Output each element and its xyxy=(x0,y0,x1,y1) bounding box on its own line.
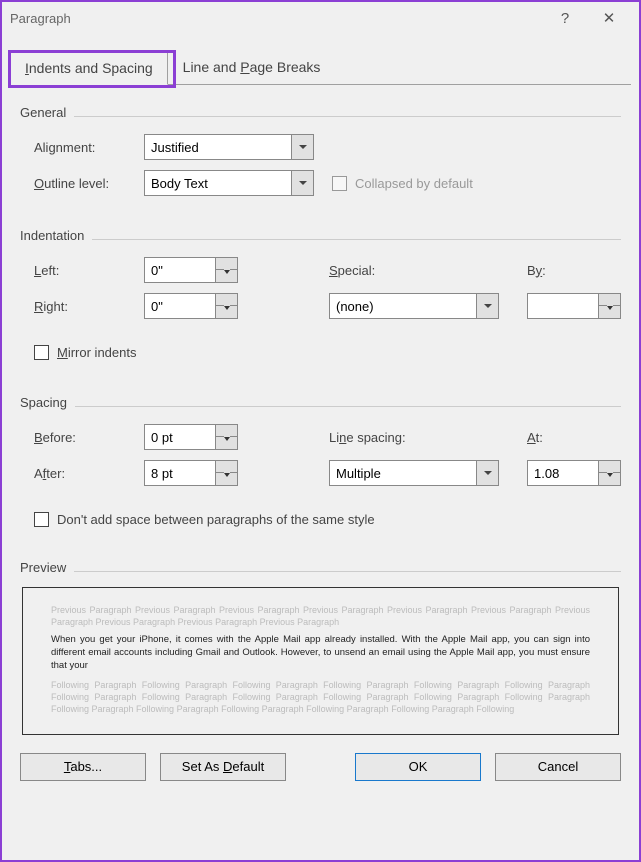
alignment-label: Alignment: xyxy=(34,140,144,155)
titlebar: Paragraph ? ✕ xyxy=(2,2,639,34)
spacing-at-value: 1.08 xyxy=(528,466,598,481)
spin-down-icon[interactable] xyxy=(216,473,237,485)
preview-box: Previous Paragraph Previous Paragraph Pr… xyxy=(22,587,619,735)
left-label: Left: xyxy=(34,263,144,278)
linespacing-value: Multiple xyxy=(330,466,476,481)
linespacing-label: Line spacing: xyxy=(329,430,499,445)
special-combo[interactable]: (none) xyxy=(329,293,499,319)
tab-strip: Indents and Spacing Line and Page Breaks xyxy=(2,34,639,84)
spin-down-icon[interactable] xyxy=(216,270,237,282)
spin-down-icon[interactable] xyxy=(599,306,620,318)
spin-up-icon[interactable] xyxy=(216,258,237,270)
special-value: (none) xyxy=(330,299,476,314)
spacing-title: Spacing xyxy=(20,395,67,410)
special-label: Special: xyxy=(329,263,499,278)
mirror-indents-checkbox[interactable] xyxy=(34,345,49,360)
outline-combo[interactable]: Body Text xyxy=(144,170,314,196)
divider xyxy=(92,239,621,240)
paragraph-dialog: Paragraph ? ✕ Indents and Spacing Line a… xyxy=(0,0,641,862)
indentation-title: Indentation xyxy=(20,228,84,243)
chevron-down-icon xyxy=(291,135,313,159)
help-button[interactable]: ? xyxy=(543,10,587,27)
by-label: By: xyxy=(527,263,621,278)
at-label: At: xyxy=(527,430,621,445)
before-label: Before: xyxy=(34,430,144,445)
general-title: General xyxy=(20,105,66,120)
spin-down-icon[interactable] xyxy=(216,437,237,449)
indent-right-value: 0" xyxy=(145,299,215,314)
set-default-button[interactable]: Set As Default xyxy=(160,753,286,781)
spacing-before-input[interactable]: 0 pt xyxy=(144,424,238,450)
spacing-after-input[interactable]: 8 pt xyxy=(144,460,238,486)
preview-previous-text: Previous Paragraph Previous Paragraph Pr… xyxy=(51,604,590,628)
spin-up-icon[interactable] xyxy=(216,461,237,473)
collapsed-checkbox xyxy=(332,176,347,191)
group-preview: Preview xyxy=(20,560,621,575)
group-spacing: Spacing xyxy=(20,395,621,410)
alignment-value: Justified xyxy=(145,140,291,155)
preview-following-text: Following Paragraph Following Paragraph … xyxy=(51,679,590,715)
divider xyxy=(74,571,621,572)
tab-indents-spacing[interactable]: Indents and Spacing xyxy=(10,51,168,85)
chevron-down-icon xyxy=(476,294,498,318)
preview-sample-text: When you get your iPhone, it comes with … xyxy=(51,634,590,672)
group-indentation: Indentation xyxy=(20,228,621,243)
divider xyxy=(75,406,621,407)
cancel-button[interactable]: Cancel xyxy=(495,753,621,781)
ok-button[interactable]: OK xyxy=(355,753,481,781)
dialog-content: General Alignment: Justified Outline lev… xyxy=(2,85,639,735)
dont-add-space-label: Don't add space between paragraphs of th… xyxy=(57,512,375,527)
after-label: After: xyxy=(34,466,144,481)
chevron-down-icon xyxy=(476,461,498,485)
alignment-combo[interactable]: Justified xyxy=(144,134,314,160)
collapsed-label: Collapsed by default xyxy=(355,176,473,191)
indent-left-input[interactable]: 0" xyxy=(144,257,238,283)
indent-left-value: 0" xyxy=(145,263,215,278)
indent-by-input[interactable] xyxy=(527,293,621,319)
window-title: Paragraph xyxy=(10,11,543,26)
preview-title: Preview xyxy=(20,560,66,575)
dont-add-space-checkbox[interactable] xyxy=(34,512,49,527)
tab-line-page-breaks[interactable]: Line and Page Breaks xyxy=(168,50,336,84)
spin-up-icon[interactable] xyxy=(599,294,620,306)
dialog-buttons: Tabs... Set As Default OK Cancel xyxy=(2,735,639,781)
spin-up-icon[interactable] xyxy=(216,425,237,437)
spin-up-icon[interactable] xyxy=(599,461,620,473)
spin-down-icon[interactable] xyxy=(599,473,620,485)
spacing-at-input[interactable]: 1.08 xyxy=(527,460,621,486)
close-button[interactable]: ✕ xyxy=(587,9,631,27)
group-general: General xyxy=(20,105,621,120)
tabs-button[interactable]: Tabs... xyxy=(20,753,146,781)
outline-label: Outline level: xyxy=(34,176,144,191)
right-label: Right: xyxy=(34,299,144,314)
spacing-after-value: 8 pt xyxy=(145,466,215,481)
spacing-before-value: 0 pt xyxy=(145,430,215,445)
linespacing-combo[interactable]: Multiple xyxy=(329,460,499,486)
divider xyxy=(74,116,621,117)
spin-down-icon[interactable] xyxy=(216,306,237,318)
outline-value: Body Text xyxy=(145,176,291,191)
indent-right-input[interactable]: 0" xyxy=(144,293,238,319)
chevron-down-icon xyxy=(291,171,313,195)
spin-up-icon[interactable] xyxy=(216,294,237,306)
mirror-indents-label: Mirror indents xyxy=(57,345,136,360)
